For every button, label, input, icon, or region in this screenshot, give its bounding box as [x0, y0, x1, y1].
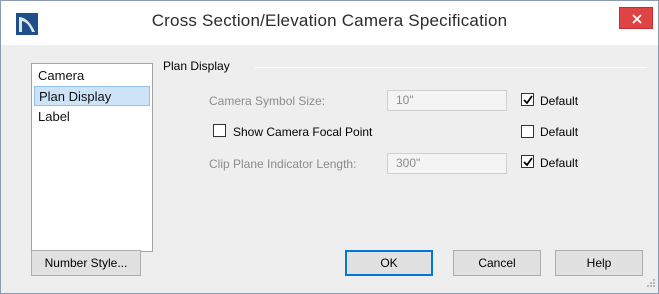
dialog-body: Camera Plan Display Label Plan Display C… — [7, 45, 652, 289]
camera-symbol-size-default-label[interactable]: Default — [540, 94, 578, 108]
resize-grip-icon[interactable] — [647, 276, 655, 290]
clip-plane-length-field[interactable]: 300" — [387, 153, 507, 174]
clip-plane-length-label: Clip Plane Indicator Length: — [209, 157, 357, 171]
close-icon — [632, 14, 642, 24]
show-focal-point-label[interactable]: Show Camera Focal Point — [233, 125, 372, 139]
sidebar-item-plan-display[interactable]: Plan Display — [34, 86, 150, 106]
window-title: Cross Section/Elevation Camera Specifica… — [151, 11, 508, 30]
camera-symbol-size-default-checkbox[interactable] — [521, 93, 534, 106]
sidebar-item-label[interactable]: Label — [34, 107, 70, 127]
ok-button[interactable]: OK — [345, 250, 433, 276]
number-style-button[interactable]: Number Style... — [31, 250, 141, 276]
clip-plane-default-label[interactable]: Default — [540, 156, 578, 170]
close-button[interactable] — [619, 7, 653, 29]
sidebar-item-camera[interactable]: Camera — [34, 66, 84, 86]
group-title: Plan Display — [163, 59, 230, 73]
group-divider — [255, 67, 647, 68]
camera-symbol-size-field[interactable]: 10" — [387, 90, 507, 111]
plan-display-group: Plan Display — [163, 59, 653, 79]
clip-plane-default-checkbox[interactable] — [521, 155, 534, 168]
focal-point-default-checkbox[interactable] — [521, 125, 534, 138]
category-list[interactable]: Camera Plan Display Label — [31, 63, 153, 252]
checkmark-icon — [523, 157, 533, 167]
show-focal-point-checkbox[interactable] — [213, 124, 226, 137]
camera-symbol-size-label: Camera Symbol Size: — [209, 94, 326, 108]
title-bar[interactable]: Cross Section/Elevation Camera Specifica… — [1, 1, 658, 45]
cancel-button[interactable]: Cancel — [453, 250, 541, 276]
checkmark-icon — [523, 95, 533, 105]
focal-point-default-label[interactable]: Default — [540, 125, 578, 139]
help-button[interactable]: Help — [555, 250, 643, 276]
camera-spec-dialog: Cross Section/Elevation Camera Specifica… — [0, 0, 659, 294]
